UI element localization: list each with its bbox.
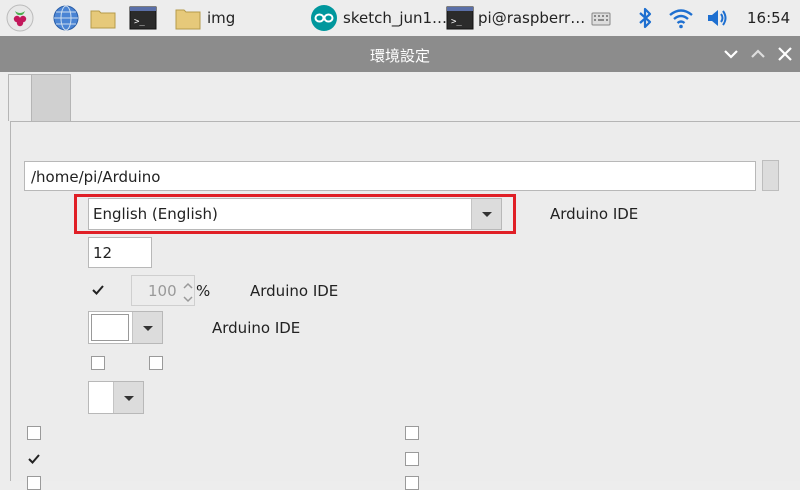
option-checkbox[interactable] xyxy=(91,356,105,370)
img-folder-icon[interactable] xyxy=(174,4,202,32)
clock: 16:54 xyxy=(747,9,791,27)
scale-input[interactable]: 100 xyxy=(131,275,195,306)
taskbar-item-img[interactable]: img xyxy=(207,9,235,27)
chevron-down-icon[interactable] xyxy=(722,46,740,62)
chevron-up-icon[interactable] xyxy=(749,46,767,62)
option-checkbox[interactable] xyxy=(405,452,419,466)
option-checkbox[interactable] xyxy=(27,476,41,490)
scale-checkbox[interactable] xyxy=(91,283,104,295)
chevron-down-icon[interactable] xyxy=(113,382,143,413)
font-size-input[interactable]: 12 xyxy=(88,237,152,268)
terminal-window-icon[interactable]: >_ xyxy=(446,4,474,32)
sketchbook-path-input[interactable]: /home/pi/Arduino xyxy=(24,161,756,191)
bluetooth-icon[interactable] xyxy=(631,4,659,32)
font-size-value: 12 xyxy=(93,244,113,262)
option-checkbox[interactable] xyxy=(405,476,419,490)
taskbar-item-terminal[interactable]: pi@raspberr… xyxy=(478,9,585,27)
globe-icon[interactable] xyxy=(52,4,80,32)
keyboard-icon[interactable] xyxy=(587,4,615,32)
tab-settings[interactable] xyxy=(8,74,32,121)
theme-swatch xyxy=(91,314,129,341)
highlight-box xyxy=(74,194,516,234)
close-icon[interactable] xyxy=(776,46,794,62)
language-note: Arduino IDE xyxy=(550,205,639,223)
raspberry-icon[interactable] xyxy=(6,4,34,32)
taskbar-item-sketch[interactable]: sketch_jun1… xyxy=(343,9,447,27)
option-checkbox[interactable] xyxy=(405,426,419,440)
chevron-down-icon[interactable] xyxy=(132,312,162,343)
tab-strip xyxy=(0,72,800,122)
window-titlebar[interactable]: 環境設定 xyxy=(0,36,800,72)
option-checkbox[interactable] xyxy=(149,356,163,370)
window-title: 環境設定 xyxy=(369,47,430,65)
spin-down-icon[interactable] xyxy=(182,291,194,303)
arduino-icon[interactable] xyxy=(310,4,338,32)
browse-button[interactable] xyxy=(762,160,779,191)
theme-select[interactable] xyxy=(88,311,163,344)
editor-select-value xyxy=(90,383,114,412)
scale-value: 100 xyxy=(148,282,177,300)
taskbar: >_ img sketch_jun1… >_ pi@raspberr… 16:5… xyxy=(0,0,800,36)
volume-icon[interactable] xyxy=(703,4,731,32)
spin-up-icon[interactable] xyxy=(182,278,194,290)
folder-icon[interactable] xyxy=(89,4,117,32)
option-checkbox-checked[interactable] xyxy=(27,452,40,464)
terminal-icon[interactable]: >_ xyxy=(129,4,157,32)
editor-select[interactable] xyxy=(88,381,144,414)
sketchbook-path-value: /home/pi/Arduino xyxy=(31,168,161,186)
scale-note: Arduino IDE xyxy=(250,282,339,300)
option-checkbox[interactable] xyxy=(27,426,41,440)
wifi-icon[interactable] xyxy=(667,4,695,32)
tab-network[interactable] xyxy=(31,74,71,121)
svg-text:>_: >_ xyxy=(134,17,145,27)
svg-text:>_: >_ xyxy=(451,17,462,27)
theme-note: Arduino IDE xyxy=(212,319,301,337)
scale-unit: % xyxy=(196,282,211,300)
